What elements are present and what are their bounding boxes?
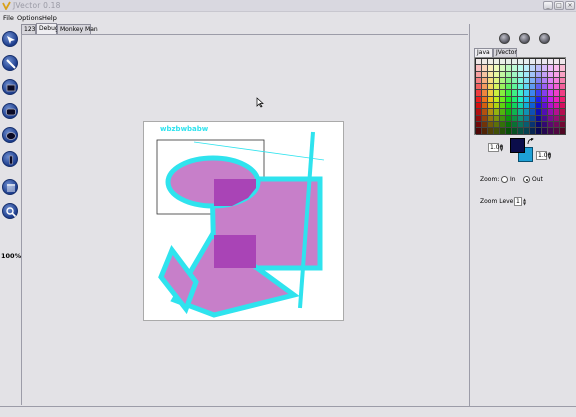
close-button[interactable]: × [565, 1, 575, 10]
window-title: JVector 0.18 [13, 1, 61, 10]
left-toolbar: 100% [0, 23, 22, 406]
menu-file[interactable]: File [3, 14, 14, 22]
app-window: JVector 0.18 _ □ × File Options Help 100… [0, 0, 576, 417]
status-bar [0, 406, 576, 417]
menu-help[interactable]: Help [42, 14, 57, 22]
open-icon[interactable] [519, 33, 530, 44]
zoom-level-value: 1 [516, 198, 520, 205]
zoom-level-label: Zoom Level: [480, 198, 518, 205]
diamond-shape[interactable] [158, 244, 199, 315]
zoom-in-radio[interactable] [501, 176, 508, 183]
bg-alpha-spinner[interactable]: 1.00 ▲ ▼ [536, 151, 551, 160]
ellipse-tool-button[interactable] [2, 127, 18, 143]
line-tool-button[interactable] [2, 55, 18, 71]
spinner-arrows-icon[interactable]: ▲ ▼ [499, 144, 504, 153]
zoom-level-spinner[interactable]: 1 ▲ ▼ [514, 197, 526, 206]
zoom-in-label: In [510, 176, 516, 183]
canvas-text-shape[interactable]: wbzbwbabw [160, 125, 209, 133]
grid-icon [7, 184, 15, 192]
rectangle-icon [6, 84, 16, 92]
palette-grid[interactable] [476, 59, 566, 135]
zoom-out-radio[interactable] [523, 176, 530, 183]
foreground-color-swatch[interactable] [510, 138, 525, 153]
rectangle-tool-button[interactable] [2, 79, 18, 95]
canvas-drawing[interactable]: wbzbwbabw [144, 122, 345, 322]
rounded-rectangle-icon [6, 108, 16, 116]
spinner-arrows-icon[interactable]: ▲ ▼ [547, 152, 552, 161]
app-logo-icon [2, 1, 11, 10]
zoom-label: Zoom: [480, 176, 500, 183]
drawing-canvas[interactable]: wbzbwbabw [143, 121, 344, 321]
rounded-rectangle-tool-button[interactable] [2, 103, 18, 119]
select-tool-button[interactable] [2, 31, 18, 47]
menu-options[interactable]: Options [17, 14, 42, 22]
tab-123[interactable]: 123 [21, 24, 36, 34]
title-bar: JVector 0.18 _ □ × [0, 0, 576, 12]
zoom-tool-button[interactable] [2, 203, 18, 219]
magnifier-icon [6, 207, 17, 218]
spinner-arrows-icon[interactable]: ▲ ▼ [522, 198, 527, 207]
mouse-cursor-icon [256, 97, 264, 108]
text-tool-button[interactable] [2, 151, 18, 167]
palette-swatch[interactable] [560, 128, 566, 135]
zoom-out-label: Out [532, 176, 543, 183]
minimize-button[interactable]: _ [543, 1, 553, 10]
text-icon [9, 155, 13, 165]
tab-jvector[interactable]: JVector [493, 48, 517, 57]
fg-alpha-spinner[interactable]: 1.00 ▲ ▼ [488, 143, 503, 152]
line-icon [6, 59, 16, 69]
tab-debug[interactable]: Debug [36, 23, 59, 34]
tab-java[interactable]: Java [474, 48, 493, 57]
save-icon[interactable] [499, 33, 510, 44]
tab-monkey-man[interactable]: Monkey Man [57, 24, 98, 34]
right-panel: Java JVector 1.00 ▲ ▼ 1.00 ▲ ▼ Zoom: In Ou… [469, 24, 576, 407]
swap-colors-icon[interactable] [527, 138, 534, 145]
color-palette[interactable] [474, 57, 566, 135]
menu-bar: File Options Help [0, 12, 576, 23]
arrow-icon [7, 36, 15, 44]
grid-tool-button[interactable] [2, 179, 18, 195]
overlap-region-bottom [214, 235, 256, 268]
zoom-percentage: 100% [1, 252, 22, 260]
ellipse-icon [6, 132, 16, 140]
maximize-button[interactable]: □ [554, 1, 564, 10]
help-icon[interactable] [539, 33, 550, 44]
